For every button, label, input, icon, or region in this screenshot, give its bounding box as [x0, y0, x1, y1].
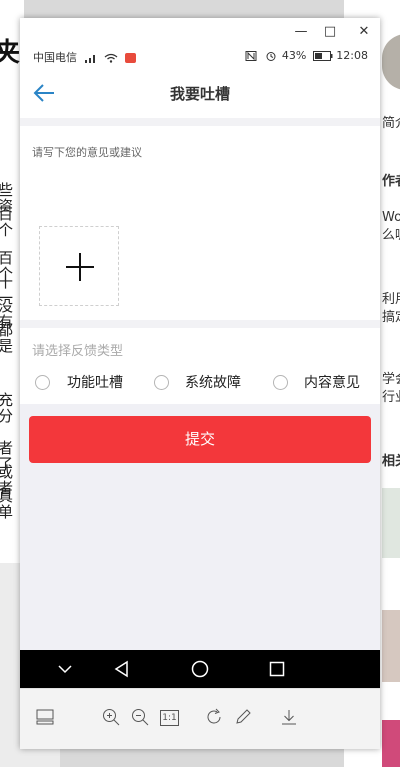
radio-circle-icon[interactable]	[154, 375, 169, 390]
window-titlebar[interactable]: — □ ✕	[20, 18, 380, 46]
feedback-type-label: 请选择反馈类型	[32, 344, 124, 359]
home-circle-icon[interactable]	[190, 659, 210, 679]
signal-icon	[84, 55, 95, 63]
battery-percent: 43%	[281, 49, 307, 62]
divider	[20, 320, 380, 328]
radio-option-system-fault[interactable]: 系统故障	[154, 372, 254, 392]
background-text-line: 学会	[382, 372, 400, 387]
phone-status-bar: 中国电信 43% 12:08	[20, 46, 380, 68]
android-nav-bar	[20, 650, 380, 688]
background-heading: 夹	[0, 38, 21, 68]
background-text-line: 搞定	[382, 310, 400, 325]
radio-option-content[interactable]: 内容意见	[273, 372, 373, 392]
radio-option-label: 内容意见	[304, 375, 360, 391]
carrier-label: 中国电信	[33, 51, 77, 64]
recents-square-icon[interactable]	[267, 659, 287, 679]
maximize-button[interactable]: □	[319, 22, 341, 42]
background-thumbnail	[382, 488, 400, 558]
zoom-in-icon[interactable]	[101, 707, 121, 727]
rotate-icon[interactable]	[204, 707, 224, 727]
radio-circle-icon[interactable]	[273, 375, 288, 390]
app-header: 我要吐槽	[20, 68, 380, 118]
page-title: 我要吐槽	[169, 85, 230, 103]
background-text-line: Wo	[382, 210, 400, 225]
feedback-textarea[interactable]: 请写下您的意见或建议	[32, 144, 142, 160]
minimize-button[interactable]: —	[290, 22, 312, 42]
alarm-icon	[266, 52, 276, 61]
background-text-line: 么呢	[382, 228, 400, 243]
close-button[interactable]: ✕	[353, 22, 375, 42]
phone-emulator-window: — □ ✕ 中国电信 43% 12:08 我要吐槽 请写下您的意见或建议 请选择…	[20, 18, 380, 749]
background-text-line: 简介	[382, 116, 400, 131]
add-image-button[interactable]	[39, 226, 119, 306]
radio-option-label: 功能吐槽	[67, 375, 123, 391]
chevron-down-icon[interactable]	[55, 659, 75, 679]
edit-pencil-icon[interactable]	[233, 707, 253, 727]
background-thumbnail	[382, 720, 400, 767]
zoom-out-icon[interactable]	[130, 707, 150, 727]
background-text-line: 利用	[382, 292, 400, 307]
actual-size-button[interactable]: 1:1	[160, 710, 179, 726]
viewer-toolbar: 1:1	[20, 688, 380, 749]
background-text-line: 相关	[382, 454, 400, 469]
battery-icon	[312, 51, 333, 61]
back-triangle-icon[interactable]	[112, 659, 132, 679]
radio-option-label: 系统故障	[185, 375, 241, 391]
background-text-line: 行业	[382, 390, 400, 405]
clock: 12:08	[336, 49, 368, 62]
radio-circle-icon[interactable]	[35, 375, 50, 390]
submit-button[interactable]: 提交	[29, 416, 371, 463]
layout-icon[interactable]	[35, 707, 55, 727]
download-icon[interactable]	[279, 707, 299, 727]
nfc-icon	[245, 51, 257, 61]
app-notification-icon	[124, 53, 136, 63]
wifi-icon	[104, 53, 118, 63]
divider	[20, 118, 380, 126]
background-avatar	[382, 34, 400, 90]
radio-option-feature[interactable]: 功能吐槽	[35, 372, 135, 392]
background-text-line: 作者	[382, 174, 400, 189]
background-thumbnail	[382, 610, 400, 682]
